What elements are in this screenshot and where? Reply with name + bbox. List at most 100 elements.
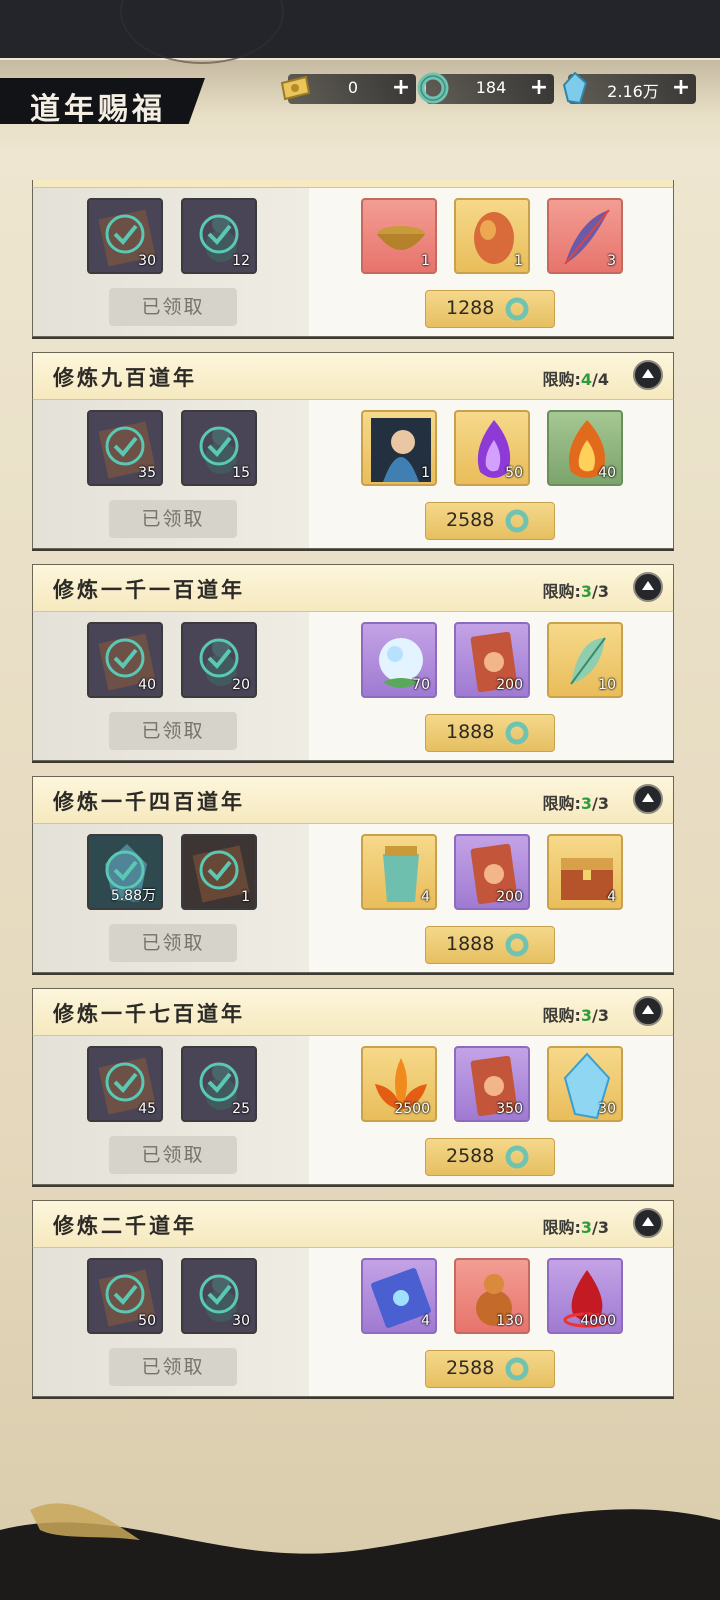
item-count: 30: [138, 253, 156, 269]
paid-reward-area: 4 130 4000 2588: [309, 1248, 673, 1396]
free-reward-slot[interactable]: 30: [87, 198, 163, 274]
paid-reward-area: 70 200 10 1888: [309, 612, 673, 760]
paid-reward-slot[interactable]: 4: [361, 834, 437, 910]
collapse-button[interactable]: [633, 360, 663, 390]
package-header[interactable]: 修炼一千一百道年 限购:3/3: [32, 564, 674, 613]
paid-reward-slot[interactable]: 130: [454, 1258, 530, 1334]
claimed-button[interactable]: 已领取: [109, 288, 237, 326]
item-count: 10: [598, 677, 616, 693]
claimed-button[interactable]: 已领取: [109, 924, 237, 962]
item-count: 4000: [580, 1313, 616, 1329]
package-card: 修炼一千七百道年 限购:3/3 45 25 已领取 2500 350 30 2588: [32, 988, 674, 1188]
gold-ticket-icon: [280, 75, 311, 101]
limit-total: 4: [597, 370, 609, 389]
buy-button[interactable]: 2588: [425, 1138, 555, 1176]
package-body: 50 30 已领取 4 130 4000 2588: [32, 1248, 674, 1397]
paid-reward-slot[interactable]: 200: [454, 622, 530, 698]
free-reward-slot[interactable]: 15: [181, 410, 257, 486]
package-body: 35 15 已领取 1 50 40 2588: [32, 400, 674, 549]
package-card: 修炼七百道年限购:4/43012已领取1131288: [32, 180, 674, 340]
paid-reward-slot[interactable]: 50: [454, 410, 530, 486]
paid-reward-area: 2500 350 30 2588: [309, 1036, 673, 1184]
add-jade-button[interactable]: +: [528, 75, 550, 101]
free-reward-slot[interactable]: 5.88万: [87, 834, 163, 910]
paid-reward-area: 1 1 3 1288: [309, 188, 673, 336]
currency-jade: 184 +: [417, 72, 554, 104]
free-reward-slot[interactable]: 40: [87, 622, 163, 698]
collapse-button[interactable]: [633, 572, 663, 602]
collapse-button[interactable]: [633, 1208, 663, 1238]
buy-button[interactable]: 2588: [425, 502, 555, 540]
package-header[interactable]: 修炼一千四百道年 限购:3/3: [32, 776, 674, 825]
limit-bought: 3: [580, 1006, 593, 1025]
paid-reward-slot[interactable]: 1: [361, 410, 437, 486]
item-count: 15: [232, 465, 250, 481]
paid-reward-slot[interactable]: 1: [454, 198, 530, 274]
item-count: 350: [496, 1101, 523, 1117]
paid-reward-slot[interactable]: 10: [547, 622, 623, 698]
paid-reward-slot[interactable]: 3: [547, 198, 623, 274]
jade-ring-icon: [505, 933, 529, 957]
paid-reward-slot[interactable]: 4: [361, 1258, 437, 1334]
free-reward-slot[interactable]: 45: [87, 1046, 163, 1122]
free-reward-area: 35 15 已领取: [33, 400, 309, 548]
paid-reward-slot[interactable]: 1: [361, 198, 437, 274]
package-title: 修炼一千一百道年: [53, 578, 245, 602]
purchase-limit: 限购:3/3: [542, 578, 609, 602]
free-reward-slot[interactable]: 1: [181, 834, 257, 910]
item-count: 1: [514, 253, 523, 269]
free-reward-area: 40 20 已领取: [33, 612, 309, 760]
buy-button[interactable]: 2588: [425, 1350, 555, 1388]
claimed-button[interactable]: 已领取: [109, 500, 237, 538]
purchase-limit: 限购:3/3: [542, 1214, 609, 1238]
paid-reward-slot[interactable]: 2500: [361, 1046, 437, 1122]
collapse-button[interactable]: [633, 996, 663, 1026]
free-reward-area: 5.88万 1 已领取: [33, 824, 309, 972]
paid-reward-slot[interactable]: 70: [361, 622, 437, 698]
free-reward-slot[interactable]: 30: [181, 1258, 257, 1334]
buy-button[interactable]: 1888: [425, 926, 555, 964]
buy-button[interactable]: 1288: [425, 290, 555, 328]
free-reward-slot[interactable]: 50: [87, 1258, 163, 1334]
price-value: 1888: [446, 933, 495, 955]
checkmark-icon: [199, 214, 239, 254]
free-reward-slot[interactable]: 35: [87, 410, 163, 486]
checkmark-icon: [105, 214, 145, 254]
package-title: 修炼一千七百道年: [53, 1002, 245, 1026]
paid-reward-slot[interactable]: 4000: [547, 1258, 623, 1334]
add-gold-ticket-button[interactable]: +: [390, 75, 412, 101]
item-count: 40: [598, 465, 616, 481]
package-list[interactable]: 修炼七百道年限购:4/43012已领取1131288修炼九百道年限购:4/435…: [32, 180, 674, 1425]
item-count: 25: [232, 1101, 250, 1117]
limit-label: 限购:: [542, 794, 581, 813]
free-reward-slot[interactable]: 25: [181, 1046, 257, 1122]
free-reward-area: 30 12 已领取: [33, 188, 309, 336]
price-value: 1288: [446, 297, 495, 319]
item-count: 1: [241, 889, 250, 905]
currency-value: 184: [475, 78, 507, 97]
paid-reward-slot[interactable]: 350: [454, 1046, 530, 1122]
paid-reward-slot[interactable]: 40: [547, 410, 623, 486]
package-header[interactable]: 修炼一千七百道年 限购:3/3: [32, 988, 674, 1037]
buy-button[interactable]: 1888: [425, 714, 555, 752]
item-count: 50: [138, 1313, 156, 1329]
claimed-button[interactable]: 已领取: [109, 712, 237, 750]
claimed-button[interactable]: 已领取: [109, 1136, 237, 1174]
item-count: 4: [421, 889, 430, 905]
package-header[interactable]: 修炼九百道年 限购:4/4: [32, 352, 674, 401]
claimed-button[interactable]: 已领取: [109, 1348, 237, 1386]
jade-ring-icon: [505, 1145, 529, 1169]
package-header[interactable]: 修炼二千道年 限购:3/3: [32, 1200, 674, 1249]
price-value: 1888: [446, 721, 495, 743]
top-banner: [0, 0, 720, 64]
paid-reward-slot[interactable]: 30: [547, 1046, 623, 1122]
collapse-button[interactable]: [633, 784, 663, 814]
free-reward-slot[interactable]: 12: [181, 198, 257, 274]
jade-ring-icon: [505, 721, 529, 745]
jade-ring-icon: [505, 1357, 529, 1381]
free-reward-slot[interactable]: 20: [181, 622, 257, 698]
limit-bought: 4: [580, 370, 593, 389]
paid-reward-slot[interactable]: 4: [547, 834, 623, 910]
add-crystal-button[interactable]: +: [670, 75, 692, 101]
paid-reward-slot[interactable]: 200: [454, 834, 530, 910]
